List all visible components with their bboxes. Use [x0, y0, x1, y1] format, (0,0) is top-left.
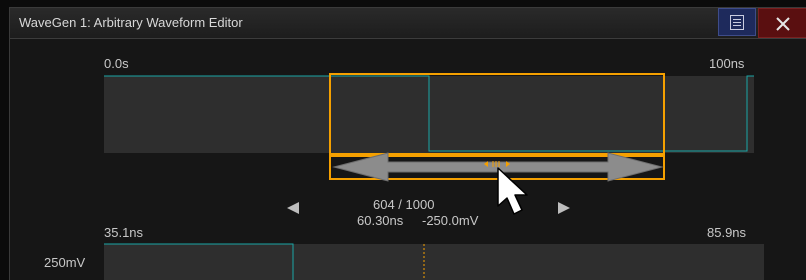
waveform-editor-window: WaveGen 1: Arbitrary Waveform Editor 0.0… — [9, 7, 806, 280]
mouse-pointer-icon — [497, 167, 528, 215]
waveform-overlay — [104, 73, 754, 280]
zoom-window-selection[interactable] — [329, 73, 665, 155]
zoom-waveform-trace — [104, 243, 294, 280]
overview-waveform-trace — [104, 75, 754, 152]
triangle-left-icon[interactable] — [287, 202, 299, 214]
triangle-right-icon[interactable] — [558, 202, 570, 214]
